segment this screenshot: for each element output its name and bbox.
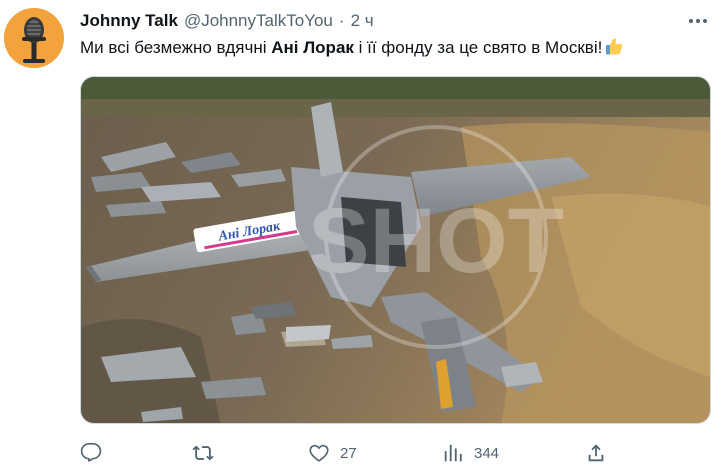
- watermark-text: SHOT: [308, 190, 564, 292]
- heart-icon: [309, 444, 329, 462]
- views-chart-icon: [444, 444, 462, 462]
- tweet[interactable]: Johnny Talk @JohnnyTalkToYou · 2 ч Ми вс…: [0, 0, 724, 474]
- author-handle[interactable]: @JohnnyTalkToYou: [184, 11, 333, 31]
- tweet-text-part: Ми всі безмежно вдячні: [80, 38, 272, 57]
- tweet-text: Ми всі безмежно вдячні Ані Лорак і її фо…: [80, 36, 624, 60]
- author-name[interactable]: Johnny Talk: [80, 11, 178, 31]
- more-dot: [703, 19, 707, 23]
- tweet-text-part: і її фонду за це свято в Москві!: [353, 38, 603, 57]
- thumbs-up-icon: [606, 38, 623, 55]
- like-count: 27: [340, 444, 357, 462]
- tweet-text-bold: Ані Лорак: [271, 38, 354, 57]
- share-icon: [588, 444, 604, 462]
- views-count: 344: [474, 444, 500, 462]
- separator-dot: ·: [338, 11, 345, 30]
- share-button[interactable]: [585, 440, 607, 466]
- tweet-header: Johnny Talk @JohnnyTalkToYou · 2 ч: [80, 10, 374, 32]
- action-bar: 27 344: [80, 440, 710, 466]
- tweet-image[interactable]: Ані Лорак SHOT: [80, 76, 711, 424]
- reply-button[interactable]: [80, 440, 112, 466]
- retweet-icon: [192, 445, 214, 461]
- more-dot: [689, 19, 693, 23]
- like-button[interactable]: 27: [308, 440, 357, 466]
- tweet-time[interactable]: 2 ч: [351, 11, 374, 31]
- more-dot: [696, 19, 700, 23]
- reply-icon: [80, 443, 102, 462]
- microphone-avatar-icon: [4, 8, 64, 68]
- more-options-icon[interactable]: [684, 10, 712, 32]
- avatar[interactable]: [4, 8, 64, 68]
- views-button[interactable]: 344: [442, 440, 499, 466]
- retweet-button[interactable]: [192, 440, 224, 466]
- drone-wreck-photo: Ані Лорак SHOT: [81, 77, 710, 423]
